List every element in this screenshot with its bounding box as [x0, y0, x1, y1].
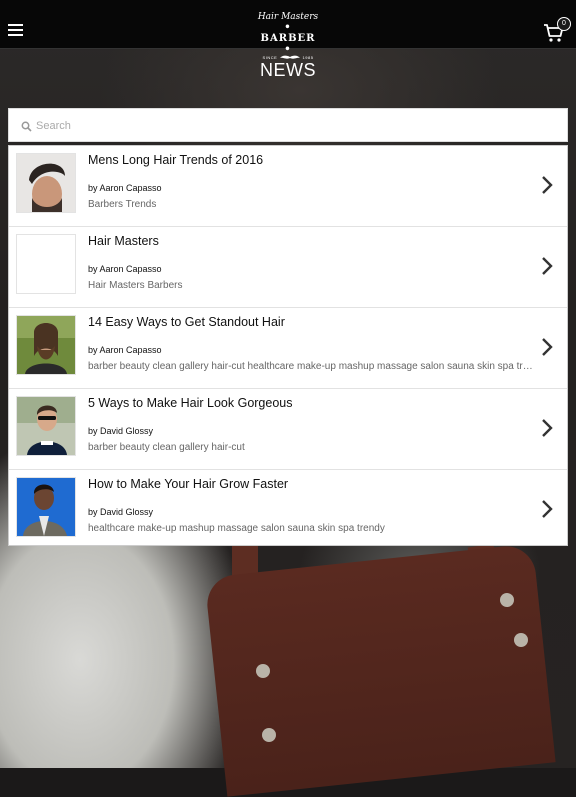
article-author: by Aaron Capasso — [88, 264, 162, 274]
menu-icon[interactable] — [8, 24, 23, 36]
chevron-right-icon — [542, 176, 553, 194]
man-suit-photo-icon — [17, 478, 75, 536]
article-title: Hair Masters — [88, 234, 159, 248]
cart-button[interactable]: 0 — [543, 17, 571, 44]
news-item[interactable]: 14 Easy Ways to Get Standout Hair by Aar… — [9, 308, 567, 389]
man-undercut-photo-icon — [17, 154, 75, 212]
article-author: by David Glossy — [88, 507, 154, 517]
news-list: Mens Long Hair Trends of 2016 by Aaron C… — [8, 145, 568, 546]
bearded-man-photo-icon — [17, 316, 75, 374]
brand-logo[interactable]: Hair Masters • BARBER • SINCE 1985 — [257, 12, 319, 60]
article-author: by Aaron Capasso — [88, 183, 162, 193]
article-tags: Hair Masters Barbers — [88, 280, 183, 291]
chevron-right-icon — [542, 500, 553, 518]
logo-script: Hair Masters — [257, 12, 319, 22]
article-tags: Barbers Trends — [88, 199, 157, 210]
article-tags: healthcare make-up mashup massage salon … — [88, 523, 385, 534]
top-bar: Hair Masters • BARBER • SINCE 1985 0 — [0, 0, 576, 60]
article-thumbnail — [16, 477, 76, 537]
news-item[interactable]: How to Make Your Hair Grow Faster by Dav… — [9, 470, 567, 550]
search-input[interactable] — [34, 109, 558, 143]
cart-count-badge: 0 — [557, 17, 571, 31]
logo-word: • BARBER • — [260, 22, 316, 55]
article-title: 5 Ways to Make Hair Look Gorgeous — [88, 396, 293, 410]
news-item[interactable]: Hair Masters by Aaron Capasso Hair Maste… — [9, 227, 567, 308]
article-title: How to Make Your Hair Grow Faster — [88, 477, 289, 491]
page-title: NEWS — [260, 60, 316, 80]
article-thumbnail — [16, 396, 76, 456]
man-sunglasses-photo-icon — [17, 397, 75, 455]
rivet — [514, 633, 528, 647]
chevron-right-icon — [542, 338, 553, 356]
blank-thumbnail-icon — [17, 235, 75, 293]
news-item[interactable]: Mens Long Hair Trends of 2016 by Aaron C… — [9, 146, 567, 227]
article-thumbnail — [16, 153, 76, 213]
article-author: by Aaron Capasso — [88, 345, 162, 355]
article-tags: barber beauty clean gallery hair-cut hea… — [88, 361, 533, 372]
search-icon — [21, 121, 32, 132]
article-title: 14 Easy Ways to Get Standout Hair — [88, 315, 285, 329]
chevron-right-icon — [542, 257, 553, 275]
article-title: Mens Long Hair Trends of 2016 — [88, 153, 264, 167]
article-tags: barber beauty clean gallery hair-cut — [88, 442, 245, 453]
rivet — [256, 664, 270, 678]
rivet — [262, 728, 276, 742]
article-thumbnail — [16, 315, 76, 375]
search-bar — [8, 108, 568, 143]
article-thumbnail — [16, 234, 76, 294]
article-author: by David Glossy — [88, 426, 154, 436]
news-item[interactable]: 5 Ways to Make Hair Look Gorgeous by Dav… — [9, 389, 567, 470]
chevron-right-icon — [542, 419, 553, 437]
rivet — [500, 593, 514, 607]
